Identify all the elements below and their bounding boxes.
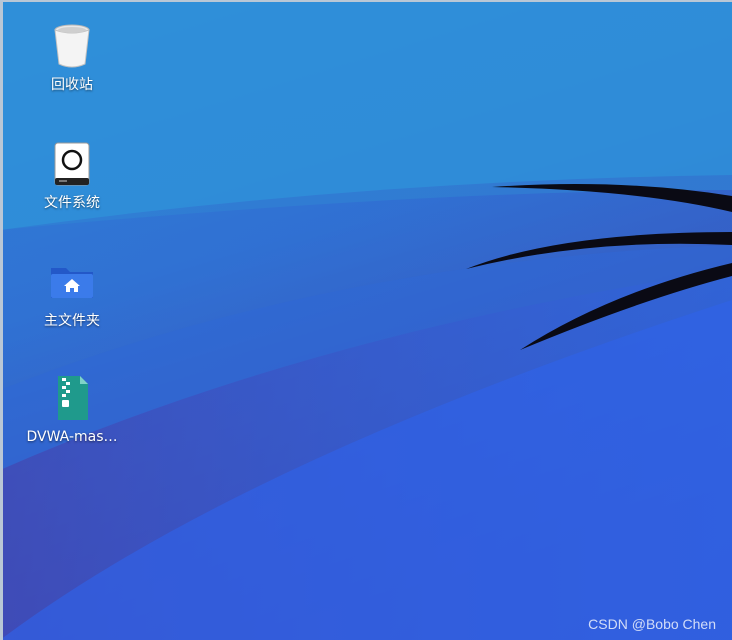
zip-archive-icon <box>48 374 96 422</box>
window-left-edge <box>0 0 3 640</box>
drive-icon <box>48 140 96 188</box>
desktop-icon-dvwa-archive[interactable]: DVWA-mas… <box>22 374 122 446</box>
desktop-icon-label: DVWA-mas… <box>26 429 118 445</box>
desktop-icon-filesystem[interactable]: 文件系统 <box>22 140 122 212</box>
desktop-icon-label: 回收站 <box>51 77 93 93</box>
watermark: CSDN @Bobo Chen <box>588 616 716 632</box>
desktop[interactable]: 回收站 文件系统 主文件夹 DVWA-mas… CSDN @Bobo Chen <box>0 0 732 640</box>
home-folder-icon <box>48 258 96 306</box>
desktop-icon-trash[interactable]: 回收站 <box>22 22 122 94</box>
desktop-icon-label: 主文件夹 <box>44 313 100 329</box>
trash-icon <box>48 22 96 70</box>
desktop-icon-label: 文件系统 <box>44 195 100 211</box>
desktop-icon-home[interactable]: 主文件夹 <box>22 258 122 330</box>
window-top-edge <box>0 0 732 2</box>
